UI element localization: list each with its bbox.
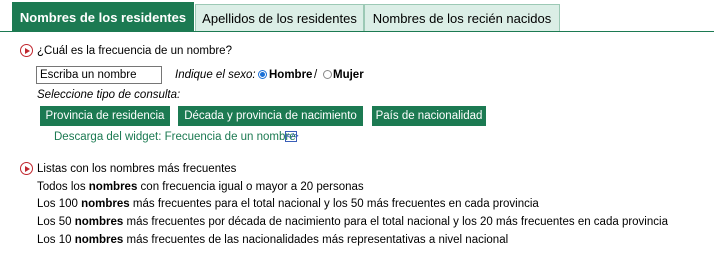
list-item-bold: nombres (74, 216, 124, 228)
tab-nombres-recien-nacidos[interactable]: Nombres de los recién nacidos (364, 4, 560, 31)
list-item-post: más frecuentes de las nacionalidades más… (123, 234, 509, 246)
code-embed-icon[interactable]: </> (285, 131, 299, 142)
sex-separator: / (314, 69, 318, 81)
list-item[interactable]: Los 100 nombres más frecuentes para el t… (37, 197, 539, 211)
list-item-pre: Los 100 (37, 198, 82, 210)
tab-underline (0, 31, 714, 32)
play-circle-icon (20, 162, 33, 175)
list-item-post: más frecuentes para el total nacional y … (129, 198, 539, 210)
pais-nacionalidad-button[interactable]: País de nacionalidad (372, 106, 486, 126)
list-item-pre: Los 10 (37, 234, 75, 246)
radio-mujer[interactable] (323, 70, 332, 79)
radio-hombre[interactable] (258, 70, 267, 79)
list-item-bold: nombres (74, 234, 124, 246)
name-input[interactable] (36, 66, 162, 84)
radio-mujer-label: Mujer (333, 68, 364, 82)
tab-nombres-residentes[interactable]: Nombres de los residentes (12, 2, 194, 32)
list-item-bold: nombres (88, 181, 138, 193)
tab-bar: Nombres de los residentes Apellidos de l… (0, 0, 714, 32)
hombre-text: Hombre (269, 69, 313, 81)
list-item-post: más frecuentes por década de nacimiento … (123, 216, 668, 228)
sex-label: Indique el sexo: (175, 69, 256, 81)
list-item-pre: Todos los (37, 181, 89, 193)
provincia-residencia-button[interactable]: Provincia de residencia (40, 106, 170, 126)
widget-download-link[interactable]: Descarga del widget: Frecuencia de un no… (54, 130, 296, 144)
list-item-post: con frecuencia igual o mayor a 20 person… (137, 181, 364, 193)
lists-heading: Listas con los nombres más frecuentes (37, 163, 237, 175)
frequency-question: ¿Cuál es la frecuencia de un nombre? (37, 45, 232, 57)
decada-provincia-button[interactable]: Década y provincia de nacimiento (178, 106, 363, 126)
list-item[interactable]: Los 10 nombres más frecuentes de las nac… (37, 233, 508, 247)
list-item[interactable]: Todos los nombres con frecuencia igual o… (37, 180, 364, 194)
play-circle-icon (20, 44, 33, 57)
list-item-bold: nombres (81, 198, 130, 210)
list-item[interactable]: Los 50 nombres más frecuentes por década… (37, 215, 668, 229)
mujer-text: Mujer (333, 69, 364, 81)
tab-apellidos-residentes[interactable]: Apellidos de los residentes (195, 4, 364, 31)
radio-hombre-label: Hombre (269, 68, 312, 82)
query-type-label: Seleccione tipo de consulta: (37, 89, 181, 101)
list-item-pre: Los 50 (37, 216, 75, 228)
